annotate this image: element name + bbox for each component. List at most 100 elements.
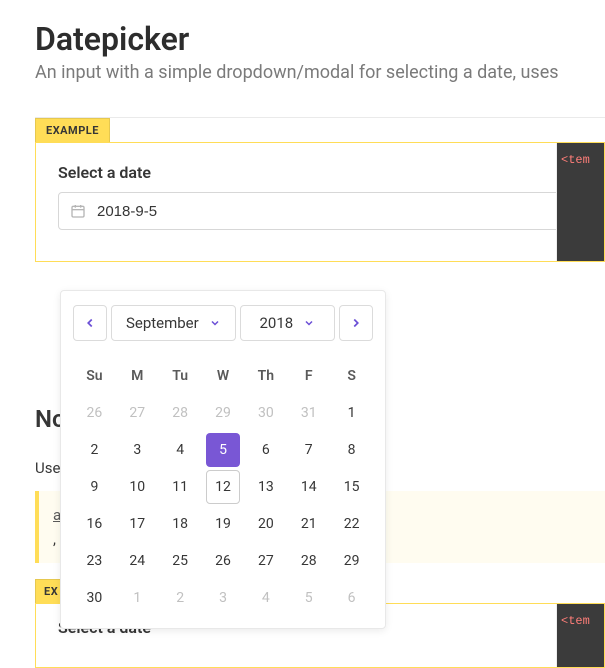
date-input-wrap[interactable] [58,192,582,230]
calendar-day-number: 9 [90,479,98,495]
day-header: S [330,357,373,394]
code-panel-2: <tem [556,604,604,667]
calendar-day-number: 27 [258,553,274,569]
calendar-icon [69,202,87,220]
date-input[interactable] [97,203,571,220]
chevron-right-icon [349,316,363,330]
next-month-button[interactable] [339,305,373,341]
month-select[interactable]: September [111,305,236,341]
calendar-day[interactable]: 27 [116,394,159,431]
calendar-week-row: 2 3 4 5 6 7 8 [73,431,373,468]
calendar-day-number: 17 [129,516,145,532]
calendar-day[interactable]: 2 [73,431,116,468]
calendar-day[interactable]: 15 [330,468,373,505]
calendar-day-number: 11 [172,479,188,495]
calendar-day[interactable]: 14 [287,468,330,505]
calendar-day[interactable]: 26 [202,542,245,579]
calendar-day[interactable]: 1 [330,394,373,431]
calendar-day[interactable]: 12 [202,468,245,505]
calendar-day-number: 26 [87,405,103,421]
calendar-week-row: 9 10 11 12131415 [73,468,373,505]
calendar-day[interactable]: 25 [159,542,202,579]
calendar-day[interactable]: 11 [159,468,202,505]
calendar-day[interactable]: 28 [159,394,202,431]
calendar-day[interactable]: 27 [244,542,287,579]
calendar-day-number: 30 [258,405,274,421]
calendar-day[interactable]: 23 [73,542,116,579]
code-panel: <tem [556,143,604,261]
calendar-day[interactable]: 22 [330,505,373,542]
year-label: 2018 [259,314,293,332]
calendar-day-number: 10 [129,479,145,495]
calendar-day[interactable]: 10 [116,468,159,505]
calendar-day[interactable]: 28 [287,542,330,579]
calendar-day-number: 18 [172,516,188,532]
page-subtitle: An input with a simple dropdown/modal fo… [35,62,605,83]
calendar-day-number: 20 [258,516,274,532]
calendar-day[interactable]: 18 [159,505,202,542]
calendar-day-number: 16 [87,516,103,532]
calendar-day[interactable]: 31 [287,394,330,431]
calendar-grid: SuMTuWThFS 26272829303112345678910111213… [73,357,373,616]
calendar-day-number: 2 [90,442,98,458]
calendar-day-number: 7 [305,442,313,458]
calendar-day[interactable]: 21 [287,505,330,542]
calendar-day-number: 6 [348,590,356,606]
example-box: Select a date <tem [35,142,605,262]
calendar-day-number: 1 [348,405,356,421]
calendar-day[interactable]: 19 [202,505,245,542]
day-header: M [116,357,159,394]
calendar-day-number: 27 [129,405,145,421]
year-select[interactable]: 2018 [240,305,335,341]
calendar-day[interactable]: 4 [159,431,202,468]
calendar-day[interactable]: 20 [244,505,287,542]
calendar-day[interactable]: 24 [116,542,159,579]
calendar-day[interactable]: 3 [116,431,159,468]
example-badge: EXAMPLE [35,118,110,142]
calendar-day[interactable]: 4 [244,579,287,616]
calendar-day-number: 24 [129,553,145,569]
calendar-day-number: 19 [215,516,231,532]
calendar-day[interactable]: 3 [202,579,245,616]
calendar-day[interactable]: 5 [287,579,330,616]
calendar-day[interactable]: 26 [73,394,116,431]
day-header: Tu [159,357,202,394]
calendar-day[interactable]: 7 [287,431,330,468]
calendar-day[interactable]: 2 [159,579,202,616]
calendar-day-number: 31 [301,405,317,421]
calendar-week-row: 26 27 28 29 30 31 1 [73,394,373,431]
calendar-day-number: 28 [301,553,317,569]
calendar-day[interactable]: 6 [330,579,373,616]
page-title: Datepicker [35,20,605,58]
calendar-day[interactable]: 17 [116,505,159,542]
calendar-day-number: 28 [172,405,188,421]
chevron-left-icon [83,316,97,330]
datepicker-dropdown: September 2018 SuMTuWThFS 26272829303112… [60,290,386,629]
calendar-day[interactable]: 30 [244,394,287,431]
calendar-day-number: 1 [133,590,141,606]
prev-month-button[interactable] [73,305,107,341]
calendar-day[interactable]: 13 [244,468,287,505]
calendar-day-number: 4 [176,442,184,458]
calendar-day[interactable]: 16 [73,505,116,542]
calendar-day[interactable]: 30 [73,579,116,616]
calendar-day[interactable]: 5 [202,431,245,468]
calendar-day-number: 29 [344,553,360,569]
calendar-day[interactable]: 29 [330,542,373,579]
chevron-down-icon [303,317,315,329]
calendar-day[interactable]: 6 [244,431,287,468]
calendar-day[interactable]: 8 [330,431,373,468]
calendar-day-number: 5 [206,433,240,467]
calendar-day-number: 6 [262,442,270,458]
day-header: Su [73,357,116,394]
calendar-day[interactable]: 9 [73,468,116,505]
calendar-day-number: 21 [301,516,317,532]
calendar-day-number: 5 [305,590,313,606]
calendar-header-row: SuMTuWThFS [73,357,373,394]
calendar-day-number: 3 [133,442,141,458]
calendar-week-row: 16 17 18 19 20 21 22 [73,505,373,542]
calendar-day[interactable]: 29 [202,394,245,431]
calendar-day[interactable]: 1 [116,579,159,616]
day-header: Th [244,357,287,394]
calendar-day-number: 3 [219,590,227,606]
